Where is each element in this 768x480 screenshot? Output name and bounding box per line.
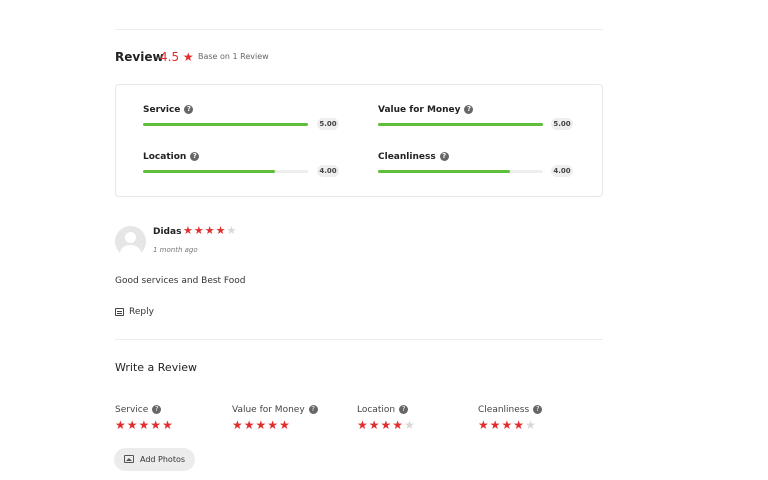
location-star-input[interactable]: ★★★★★: [357, 418, 416, 432]
service-star-input[interactable]: ★★★★★: [115, 418, 174, 432]
star-icon[interactable]: ★: [381, 418, 393, 432]
star-icon[interactable]: ★: [232, 418, 244, 432]
star-icon[interactable]: ★: [369, 418, 381, 432]
write-review-label-location: Location?: [357, 405, 409, 415]
star-icon[interactable]: ★: [279, 418, 291, 432]
user-avatar-icon: [115, 226, 146, 257]
value-for-money-score: 5.00: [551, 118, 573, 130]
question-mark-circle-icon[interactable]: ?: [184, 105, 194, 114]
service-bar-fill: [143, 123, 308, 126]
question-mark-circle-icon[interactable]: ?: [152, 405, 162, 414]
average-rating-value: 4.5: [160, 50, 180, 64]
top-divider: [115, 29, 603, 30]
location-bar: [143, 170, 308, 173]
star-icon: ★: [183, 224, 194, 237]
star-icon[interactable]: ★: [127, 418, 139, 432]
write-review-label-value-for-money: Value for Money?: [232, 405, 318, 415]
category-label-location: Location?: [143, 152, 200, 162]
star-icon[interactable]: ★: [150, 418, 162, 432]
write-review-label-service: Service?: [115, 405, 162, 415]
value-for-money-star-input[interactable]: ★★★★★: [232, 418, 291, 432]
value-for-money-bar: [378, 123, 543, 126]
question-mark-circle-icon[interactable]: ?: [308, 405, 318, 414]
question-mark-circle-icon[interactable]: ?: [439, 152, 449, 161]
cleanliness-star-input[interactable]: ★★★★★: [478, 418, 537, 432]
section-divider: [115, 339, 603, 340]
cleanliness-bar: [378, 170, 543, 173]
question-mark-circle-icon[interactable]: ?: [464, 105, 474, 114]
review-text: Good services and Best Food: [115, 276, 246, 286]
write-review-label-cleanliness: Cleanliness?: [478, 405, 543, 415]
write-review-title: Write a Review: [115, 361, 198, 374]
review-time: 1 month ago: [153, 246, 198, 254]
star-icon[interactable]: ★: [115, 418, 127, 432]
question-mark-circle-icon[interactable]: ?: [533, 405, 543, 414]
cleanliness-score: 4.00: [551, 165, 573, 177]
star-icon[interactable]: ★: [162, 418, 174, 432]
location-bar-fill: [143, 170, 275, 173]
add-photos-label: Add Photos: [140, 455, 186, 464]
star-icon: ★: [204, 224, 216, 237]
question-mark-circle-icon[interactable]: ?: [399, 405, 409, 414]
add-photos-button[interactable]: Add Photos: [114, 448, 195, 471]
star-icon[interactable]: ★: [256, 418, 268, 432]
average-rating: 4.5 ★: [160, 50, 194, 64]
star-icon[interactable]: ★: [490, 418, 502, 432]
cleanliness-bar-fill: [378, 170, 510, 173]
star-icon[interactable]: ★: [244, 418, 256, 432]
star-icon[interactable]: ★: [525, 418, 537, 432]
review-section-title: Review: [115, 50, 164, 64]
star-icon[interactable]: ★: [502, 418, 514, 432]
reply-link[interactable]: Reply: [129, 307, 154, 317]
question-mark-circle-icon[interactable]: ?: [190, 152, 200, 161]
review-count: Base on 1 Review: [198, 52, 269, 61]
star-icon[interactable]: ★: [392, 418, 404, 432]
service-score: 5.00: [317, 118, 339, 130]
category-label-value-for-money: Value for Money?: [378, 105, 474, 115]
category-label-cleanliness: Cleanliness?: [378, 152, 449, 162]
star-icon: ★: [226, 224, 238, 237]
star-icon: ★: [193, 224, 205, 237]
category-label-service: Service?: [143, 105, 194, 115]
star-icon[interactable]: ★: [267, 418, 279, 432]
service-bar: [143, 123, 308, 126]
review-star-rating: ★★★★★: [183, 224, 237, 237]
star-icon: ★: [182, 50, 194, 64]
star-icon[interactable]: ★: [139, 418, 151, 432]
star-icon: ★: [215, 224, 227, 237]
reply-icon[interactable]: [115, 308, 124, 316]
photo-icon: [124, 455, 134, 463]
star-icon[interactable]: ★: [357, 418, 369, 432]
star-icon[interactable]: ★: [478, 418, 490, 432]
star-icon[interactable]: ★: [404, 418, 416, 432]
reviewer-name[interactable]: Didas: [153, 227, 181, 237]
location-score: 4.00: [317, 165, 339, 177]
value-for-money-bar-fill: [378, 123, 543, 126]
category-ratings-box: [115, 84, 603, 197]
star-icon[interactable]: ★: [513, 418, 525, 432]
